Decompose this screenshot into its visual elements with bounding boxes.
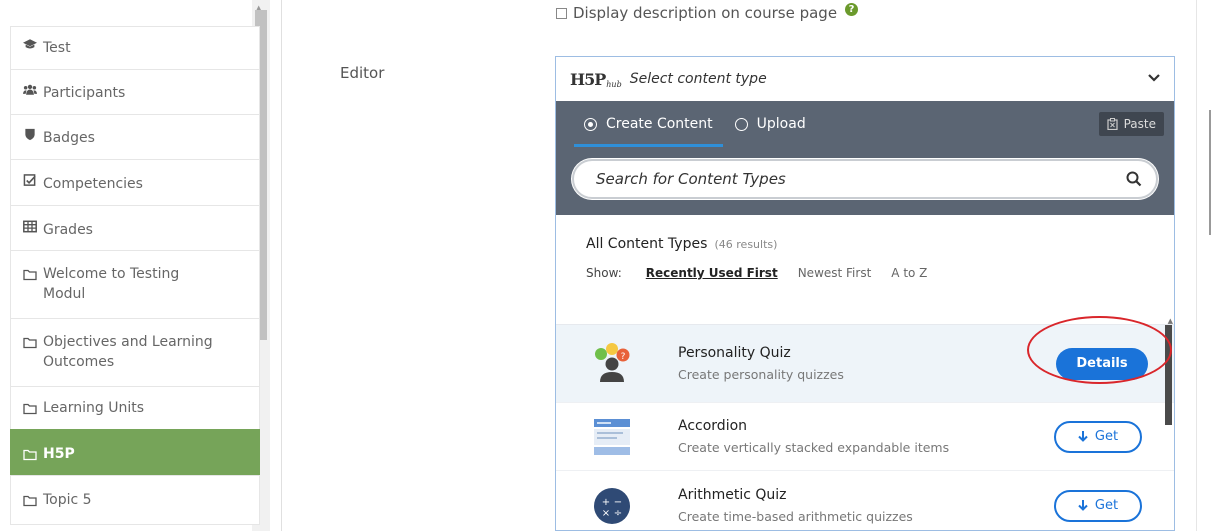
- tab-create-content[interactable]: Create Content: [574, 101, 723, 147]
- help-icon[interactable]: ?: [845, 2, 859, 16]
- radio-icon: [734, 117, 748, 131]
- folder-icon: [23, 444, 41, 464]
- item-name: Accordion: [678, 418, 748, 434]
- item-description: Create time-based arithmetic quizzes: [678, 509, 913, 524]
- list-item-arithmetic-quiz[interactable]: + − × ÷ Arithmetic Quiz Create time-base…: [556, 471, 1174, 531]
- display-description-checkbox[interactable]: [556, 7, 567, 19]
- sidebar-item-badges[interactable]: Badges: [10, 114, 260, 159]
- get-label: Get: [1094, 429, 1119, 444]
- list-scroll-up-arrow[interactable]: ▲: [1168, 317, 1173, 325]
- folder-icon: [23, 332, 41, 352]
- personality-quiz-icon: ?: [582, 339, 642, 389]
- get-button[interactable]: Get: [1054, 489, 1142, 522]
- sidebar-item-welcome[interactable]: Welcome to Testing Modul: [10, 250, 260, 318]
- tab-upload[interactable]: Upload: [734, 101, 806, 147]
- get-label: Get: [1094, 498, 1119, 513]
- display-description-row: Display description on course page ?: [556, 2, 859, 22]
- sidebar-item-grades[interactable]: Grades: [10, 205, 260, 250]
- chevron-down-icon[interactable]: [1148, 72, 1160, 86]
- folder-icon: [23, 264, 41, 284]
- sidebar-item-h5p[interactable]: H5P: [10, 429, 260, 475]
- hub-tabs: Create Content Upload Paste: [556, 101, 1174, 147]
- item-text: Arithmetic Quiz Create time-based arithm…: [678, 487, 1054, 524]
- page-scrollbar-thumb[interactable]: [1209, 110, 1211, 235]
- check-square-icon: [23, 174, 41, 187]
- arrow-down-icon: [1078, 500, 1088, 511]
- sidebar-item-competencies[interactable]: Competencies: [10, 159, 260, 205]
- sidebar-item-objectives[interactable]: Objectives and Learning Outcomes: [10, 318, 260, 386]
- content-right-border: [1196, 0, 1197, 531]
- arrow-down-icon: [1078, 431, 1088, 442]
- search-box[interactable]: [572, 159, 1158, 199]
- editor-label: Editor: [340, 64, 385, 82]
- hub-title: Select content type: [629, 71, 767, 87]
- item-description: Create vertically stacked expandable ite…: [678, 440, 950, 455]
- h5p-hub-logo: H5P hub: [570, 69, 622, 89]
- folder-icon: [23, 490, 41, 510]
- sidebar-item-test[interactable]: Test: [10, 26, 260, 69]
- paste-label: Paste: [1123, 117, 1156, 131]
- graduation-cap-icon: [23, 38, 41, 51]
- show-label: Show:: [586, 266, 622, 280]
- list-item-accordion[interactable]: Accordion Create vertically stacked expa…: [556, 403, 1174, 471]
- hub-header[interactable]: H5P hub Select content type: [556, 57, 1174, 101]
- sidebar-item-participants[interactable]: Participants: [10, 69, 260, 114]
- arithmetic-quiz-icon: + − × ÷: [582, 481, 642, 531]
- search-band: [556, 147, 1174, 215]
- course-sidebar: Test Participants Badges Competencies Gr…: [10, 26, 260, 531]
- sidebar-item-label: Competencies: [43, 176, 143, 192]
- users-icon: [23, 83, 41, 96]
- item-name: Personality Quiz: [678, 345, 791, 361]
- item-name: Arithmetic Quiz: [678, 487, 787, 503]
- paste-button[interactable]: Paste: [1098, 112, 1164, 136]
- results-count: (46 results): [714, 238, 778, 251]
- table-icon: [23, 220, 41, 233]
- get-button[interactable]: Get: [1054, 420, 1142, 453]
- item-text: Personality Quiz Create personality quiz…: [678, 345, 1056, 382]
- h5p-hub-panel: H5P hub Select content type Create Conten…: [555, 56, 1175, 531]
- svg-text:÷: ÷: [614, 508, 622, 519]
- sidebar-item-topic-5[interactable]: Topic 5: [10, 475, 260, 525]
- sidebar-item-label: Badges: [43, 130, 95, 146]
- sidebar-item-label: Objectives and Learning Outcomes: [43, 334, 213, 370]
- sort-newest-first[interactable]: Newest First: [798, 266, 872, 280]
- radio-selected-icon: [584, 117, 597, 131]
- sidebar-item-label: Test: [43, 40, 71, 56]
- results-title: All Content Types: [586, 236, 708, 252]
- sidebar-item-label: Learning Units: [43, 400, 145, 416]
- svg-text:?: ?: [621, 352, 626, 362]
- folder-icon: [23, 398, 41, 418]
- highlight-annotation-ellipse: [1027, 316, 1172, 384]
- tab-label: Create Content: [606, 116, 713, 132]
- results-header: All Content Types (46 results) Show: Rec…: [556, 215, 1174, 325]
- item-description: Create personality quizzes: [678, 367, 844, 382]
- search-icon[interactable]: [1126, 171, 1142, 187]
- results-title-row: All Content Types (46 results): [586, 233, 1144, 252]
- shield-icon: [23, 128, 41, 141]
- svg-text:+: +: [602, 497, 610, 508]
- accordion-icon: [582, 412, 642, 462]
- search-input[interactable]: [596, 170, 1126, 188]
- item-text: Accordion Create vertically stacked expa…: [678, 418, 1054, 455]
- sidebar-item-label: H5P: [43, 446, 75, 462]
- content-divider: [281, 0, 282, 531]
- clipboard-icon: [1107, 118, 1118, 130]
- sidebar-item-label: Topic 5: [43, 492, 92, 508]
- sort-options: Show: Recently Used First Newest First A…: [586, 266, 1144, 280]
- svg-text:×: ×: [602, 508, 610, 519]
- sort-recently-used[interactable]: Recently Used First: [646, 266, 778, 280]
- sidebar-item-label: Participants: [43, 85, 126, 101]
- tab-label: Upload: [756, 116, 806, 132]
- sort-a-to-z[interactable]: A to Z: [891, 266, 927, 280]
- sidebar-item-label: Welcome to Testing Modul: [43, 266, 180, 302]
- sidebar-item-label: Grades: [43, 222, 93, 238]
- svg-text:−: −: [614, 497, 622, 508]
- sidebar-item-learning-units[interactable]: Learning Units: [10, 386, 260, 429]
- display-description-label: Display description on course page: [573, 4, 838, 22]
